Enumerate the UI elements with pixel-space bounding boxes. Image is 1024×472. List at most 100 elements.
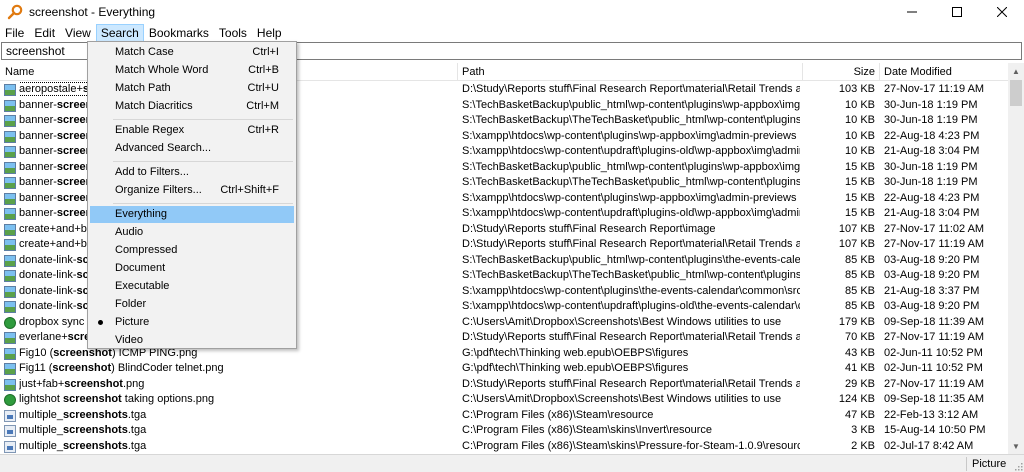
file-path: G:\pdf\tech\Thinking web.epub\OEBPS\figu… <box>462 362 689 374</box>
menu-item-organize-filters[interactable]: Organize Filters... Ctrl+Shift+F <box>90 182 294 199</box>
file-name-text: .tga <box>127 439 147 452</box>
file-date: 21-Aug-18 3:04 PM <box>884 145 980 157</box>
file-path: S:\xampp\htdocs\wp-content\updraft\plugi… <box>462 300 800 312</box>
scroll-down-icon[interactable]: ▼ <box>1008 438 1024 454</box>
file-date: 30-Jun-18 1:19 PM <box>884 98 978 111</box>
vertical-scrollbar[interactable]: ▲ ▼ <box>1008 63 1024 454</box>
menu-item-label: Match Diacritics <box>115 100 193 112</box>
file-name-match: screenshot <box>63 393 122 405</box>
file-path: D:\Study\Reports stuff\Final Research Re… <box>462 222 716 235</box>
file-date: 30-Jun-18 1:19 PM <box>884 160 978 173</box>
menu-item-folder[interactable]: Folder <box>90 296 294 313</box>
table-row[interactable]: Fig11 (screenshot) BlindCoder telnet.png… <box>0 361 1008 377</box>
image-file-icon <box>4 270 16 282</box>
menu-help[interactable]: Help <box>252 24 287 42</box>
maximize-button[interactable] <box>934 0 979 24</box>
column-path-header[interactable]: Path <box>462 63 485 81</box>
table-row[interactable]: lightshot screenshot taking options.png C… <box>0 392 1008 408</box>
menu-item-picture[interactable]: Picture <box>90 314 294 331</box>
column-divider[interactable] <box>879 63 880 81</box>
file-name-text: aeropostale+ <box>19 83 83 95</box>
file-date: 22-Aug-18 4:23 PM <box>884 191 980 204</box>
menu-item-label: Match Case <box>115 46 174 58</box>
column-name-header[interactable]: Name <box>5 63 34 81</box>
file-name: just+fab+screenshot.png <box>19 377 456 393</box>
menu-bar: File Edit View Search Bookmarks Tools He… <box>0 24 1024 42</box>
tga-file-icon <box>4 425 16 437</box>
table-row[interactable]: multiple_screenshots.tga C:\Program Files… <box>0 423 1008 439</box>
menu-item-match-diacritics[interactable]: Match Diacritics Ctrl+M <box>90 98 294 115</box>
file-name-text: banner- <box>19 114 57 126</box>
image-file-icon <box>4 223 16 236</box>
file-date: 02-Jun-11 10:52 PM <box>884 362 983 374</box>
file-size: 124 KB <box>838 393 875 405</box>
column-size-header[interactable]: Size <box>820 63 875 81</box>
menu-item-label: Add to Filters... <box>115 166 189 178</box>
menu-bookmarks[interactable]: Bookmarks <box>144 24 214 42</box>
resize-grip-icon[interactable] <box>1013 461 1023 471</box>
image-file-icon <box>4 177 16 189</box>
menu-item-video[interactable]: Video <box>90 332 294 349</box>
menu-item-add-to-filters[interactable]: Add to Filters... <box>90 164 294 181</box>
file-name: multiple_screenshots.tga <box>19 408 456 424</box>
file-name-text: multiple_ <box>19 439 64 452</box>
search-menu-dropdown: Match Case Ctrl+I Match Whole Word Ctrl+B Ma… <box>87 41 297 349</box>
menu-item-match-path[interactable]: Match Path Ctrl+U <box>90 80 294 97</box>
tga-file-icon <box>4 440 16 453</box>
file-name-match: screenshots <box>63 439 128 452</box>
file-name-match: screenshot <box>64 377 123 390</box>
table-row[interactable]: just+fab+screenshot.png D:\Study\Reports … <box>0 377 1008 393</box>
menu-item-compressed[interactable]: Compressed <box>90 242 294 259</box>
menu-item-audio[interactable]: Audio <box>90 224 294 241</box>
close-button[interactable] <box>979 0 1024 24</box>
image-file-icon <box>4 208 16 220</box>
menu-edit[interactable]: Edit <box>29 24 60 42</box>
menu-item-label: Audio <box>115 226 144 238</box>
app-file-icon <box>4 394 16 406</box>
menu-search[interactable]: Search <box>95 24 144 42</box>
file-date: 03-Aug-18 9:20 PM <box>884 300 980 312</box>
file-size: 15 KB <box>845 207 875 219</box>
file-name-text: Fig10 ( <box>19 346 54 359</box>
menu-view[interactable]: View <box>60 24 96 42</box>
column-divider[interactable] <box>457 63 458 81</box>
scroll-up-icon[interactable]: ▲ <box>1008 63 1024 79</box>
menu-item-enable-regex[interactable]: Enable Regex Ctrl+R <box>90 122 294 139</box>
file-size: 43 KB <box>845 346 875 359</box>
file-name: multiple_screenshots.tga <box>19 439 456 455</box>
menu-file[interactable]: File <box>0 24 29 42</box>
column-divider[interactable] <box>802 63 803 81</box>
menu-item-advanced-search[interactable]: Advanced Search... <box>90 140 294 157</box>
menu-item-match-whole-word[interactable]: Match Whole Word Ctrl+B <box>90 62 294 79</box>
image-file-icon <box>4 347 16 360</box>
menu-item-label: Match Whole Word <box>115 64 209 76</box>
file-date: 03-Aug-18 9:20 PM <box>884 253 980 266</box>
image-file-icon <box>4 99 16 112</box>
minimize-button[interactable] <box>889 0 934 24</box>
file-name-text: donate-link- <box>19 300 77 312</box>
file-name-text: .png <box>122 377 145 390</box>
file-name: multiple_screenshots.tga <box>19 423 456 439</box>
menu-item-label: Everything <box>115 208 167 220</box>
menu-item-label: Folder <box>115 298 147 310</box>
table-row[interactable]: multiple_screenshots.tga C:\Program Files… <box>0 408 1008 424</box>
menu-tools[interactable]: Tools <box>214 24 252 42</box>
menu-item-everything[interactable]: Everything <box>90 206 294 223</box>
image-file-icon <box>4 363 16 375</box>
scroll-thumb[interactable] <box>1010 80 1022 106</box>
file-path: G:\pdf\tech\Thinking web.epub\OEBPS\figu… <box>462 346 689 359</box>
file-size: 15 KB <box>845 176 875 188</box>
file-path: D:\Study\Reports stuff\Final Research Re… <box>462 377 800 390</box>
file-name-text: dropbox sync <box>19 315 88 328</box>
file-size: 107 KB <box>838 238 875 250</box>
menu-item-match-case[interactable]: Match Case Ctrl+I <box>90 44 294 61</box>
menu-item-document[interactable]: Document <box>90 260 294 277</box>
menu-item-shortcut: Ctrl+Shift+F <box>220 184 279 196</box>
table-row[interactable]: multiple_screenshots.tga C:\Program Files… <box>0 439 1008 455</box>
file-size: 10 KB <box>845 98 875 111</box>
image-file-icon <box>4 301 16 313</box>
menu-item-shortcut: Ctrl+I <box>252 46 279 58</box>
menu-item-executable[interactable]: Executable <box>90 278 294 295</box>
column-date-header[interactable]: Date Modified <box>884 63 952 81</box>
file-date: 09-Sep-18 11:35 AM <box>884 393 985 405</box>
